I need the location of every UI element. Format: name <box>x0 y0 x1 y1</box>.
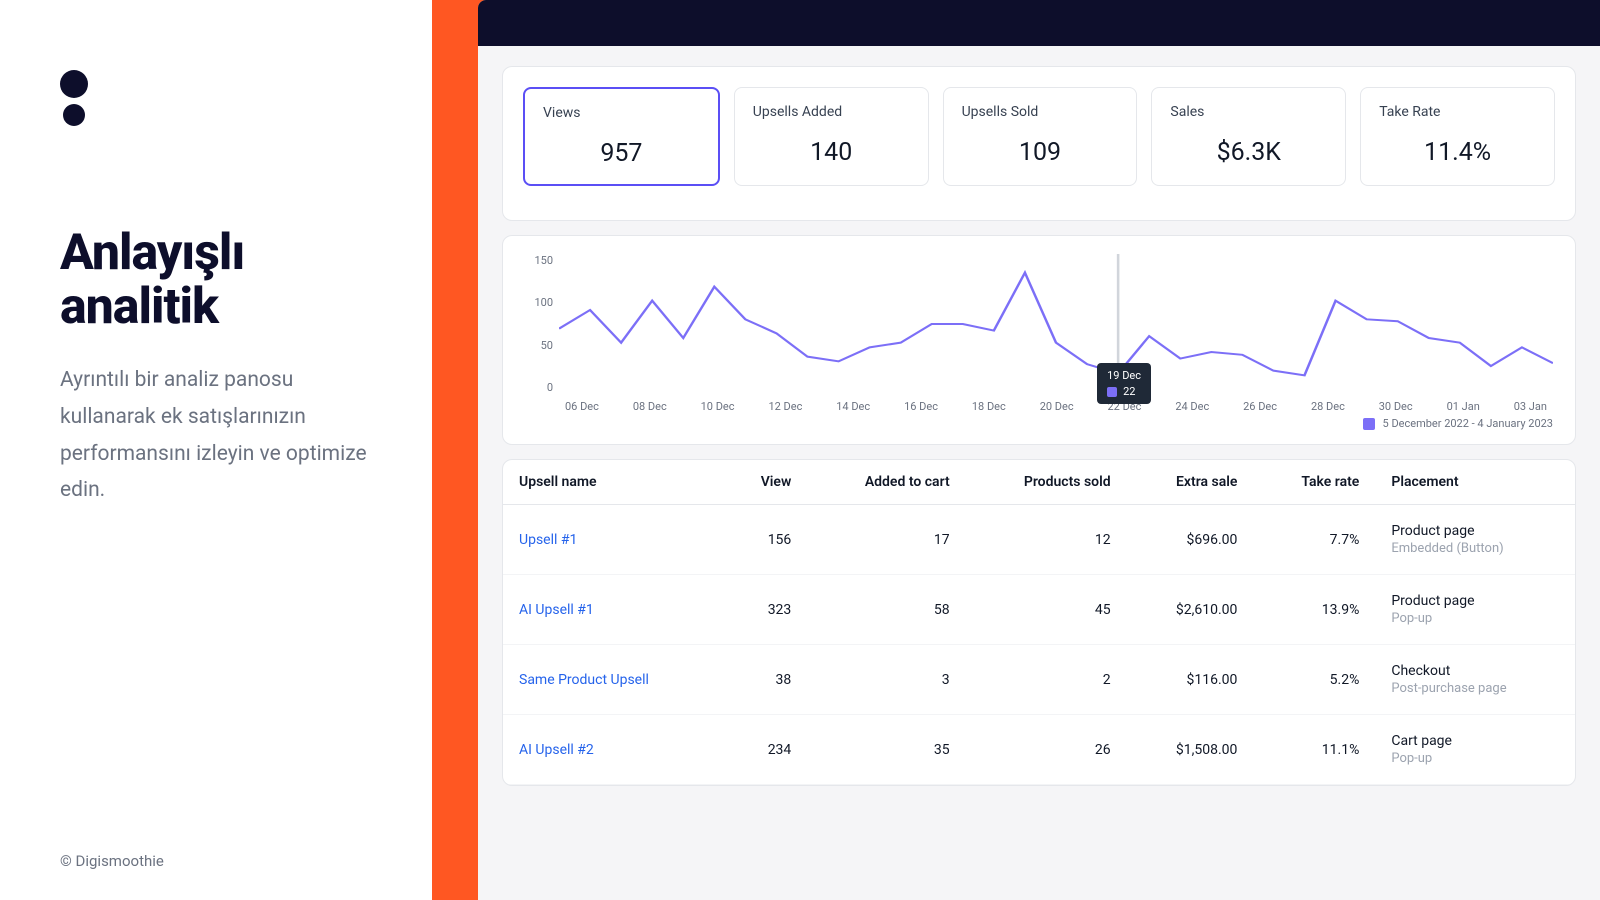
cell-extra: $1,508.00 <box>1127 715 1254 785</box>
cell-placement: Product pagePop-up <box>1375 575 1575 645</box>
metric-label: Take Rate <box>1379 104 1536 120</box>
cell-extra: $2,610.00 <box>1127 575 1254 645</box>
chart-legend: 5 December 2022 - 4 January 2023 <box>525 417 1553 430</box>
cell-rate: 7.7% <box>1253 505 1375 575</box>
cell-view: 323 <box>722 575 807 645</box>
metric-label: Upsells Sold <box>962 104 1119 120</box>
metric-card-views[interactable]: Views 957 <box>523 87 720 186</box>
metric-value: 957 <box>543 139 700 168</box>
table-header[interactable]: Products sold <box>966 460 1127 505</box>
upsell-link[interactable]: AI Upsell #1 <box>503 575 722 645</box>
cell-rate: 13.9% <box>1253 575 1375 645</box>
cell-rate: 11.1% <box>1253 715 1375 785</box>
table-header[interactable]: Upsell name <box>503 460 722 505</box>
cell-placement: Cart pagePop-up <box>1375 715 1575 785</box>
metric-label: Upsells Added <box>753 104 910 120</box>
right-panel: Views 957 Upsells Added 140 Upsells Sold 109 S… <box>432 0 1600 900</box>
cell-added: 35 <box>807 715 965 785</box>
chart-tooltip: 19 Dec 22 <box>1097 363 1151 404</box>
metric-card-take-rate[interactable]: Take Rate 11.4% <box>1360 87 1555 186</box>
metric-value: $6.3K <box>1170 138 1327 167</box>
cell-sold: 12 <box>966 505 1127 575</box>
cell-placement: CheckoutPost-purchase page <box>1375 645 1575 715</box>
metric-value: 109 <box>962 138 1119 167</box>
upsell-link[interactable]: Same Product Upsell <box>503 645 722 715</box>
left-panel: Anlayışlı analitik Ayrıntılı bir analiz … <box>0 0 432 900</box>
copyright: © Digismoothie <box>60 852 376 870</box>
cell-added: 17 <box>807 505 965 575</box>
line-chart[interactable] <box>559 254 1553 394</box>
app-window: Views 957 Upsells Added 140 Upsells Sold 109 S… <box>478 0 1600 900</box>
upsell-table: Upsell nameViewAdded to cartProducts sol… <box>502 459 1576 786</box>
title-bar <box>478 0 1600 46</box>
cell-rate: 5.2% <box>1253 645 1375 715</box>
table-header[interactable]: Placement <box>1375 460 1575 505</box>
page-subtext: Ayrıntılı bir analiz panosu kullanarak e… <box>60 362 376 509</box>
metric-card-upsells-sold[interactable]: Upsells Sold 109 <box>943 87 1138 186</box>
metric-card-sales[interactable]: Sales $6.3K <box>1151 87 1346 186</box>
y-axis: 150100500 <box>525 254 553 394</box>
table-row: Same Product Upsell3832$116.005.2%Checko… <box>503 645 1575 715</box>
x-axis: 06 Dec08 Dec10 Dec12 Dec14 Dec16 Dec18 D… <box>559 400 1553 413</box>
table-header-row: Upsell nameViewAdded to cartProducts sol… <box>503 460 1575 505</box>
metric-label: Views <box>543 105 700 121</box>
metric-label: Sales <box>1170 104 1327 120</box>
cell-view: 156 <box>722 505 807 575</box>
table-header[interactable]: Extra sale <box>1127 460 1254 505</box>
cell-extra: $696.00 <box>1127 505 1254 575</box>
metrics-row: Views 957 Upsells Added 140 Upsells Sold 109 S… <box>523 87 1555 186</box>
table-body: Upsell #11561712$696.007.7%Product pageE… <box>503 505 1575 785</box>
metric-card-upsells-added[interactable]: Upsells Added 140 <box>734 87 929 186</box>
table-header[interactable]: View <box>722 460 807 505</box>
cell-view: 234 <box>722 715 807 785</box>
table-row: Upsell #11561712$696.007.7%Product pageE… <box>503 505 1575 575</box>
upsell-link[interactable]: AI Upsell #2 <box>503 715 722 785</box>
table-header[interactable]: Take rate <box>1253 460 1375 505</box>
logo-icon <box>60 70 376 126</box>
chart-card: 150100500 19 Dec 22 06 Dec08 Dec10 Dec12… <box>502 235 1576 445</box>
cell-sold: 26 <box>966 715 1127 785</box>
metric-value: 140 <box>753 138 910 167</box>
cell-sold: 2 <box>966 645 1127 715</box>
table-row: AI Upsell #13235845$2,610.0013.9%Product… <box>503 575 1575 645</box>
upsell-link[interactable]: Upsell #1 <box>503 505 722 575</box>
cell-added: 3 <box>807 645 965 715</box>
cell-placement: Product pageEmbedded (Button) <box>1375 505 1575 575</box>
cell-added: 58 <box>807 575 965 645</box>
cell-view: 38 <box>722 645 807 715</box>
table-header[interactable]: Added to cart <box>807 460 965 505</box>
cell-sold: 45 <box>966 575 1127 645</box>
metric-value: 11.4% <box>1379 138 1536 167</box>
cell-extra: $116.00 <box>1127 645 1254 715</box>
table-row: AI Upsell #22343526$1,508.0011.1%Cart pa… <box>503 715 1575 785</box>
page-heading: Anlayışlı analitik <box>60 226 376 334</box>
